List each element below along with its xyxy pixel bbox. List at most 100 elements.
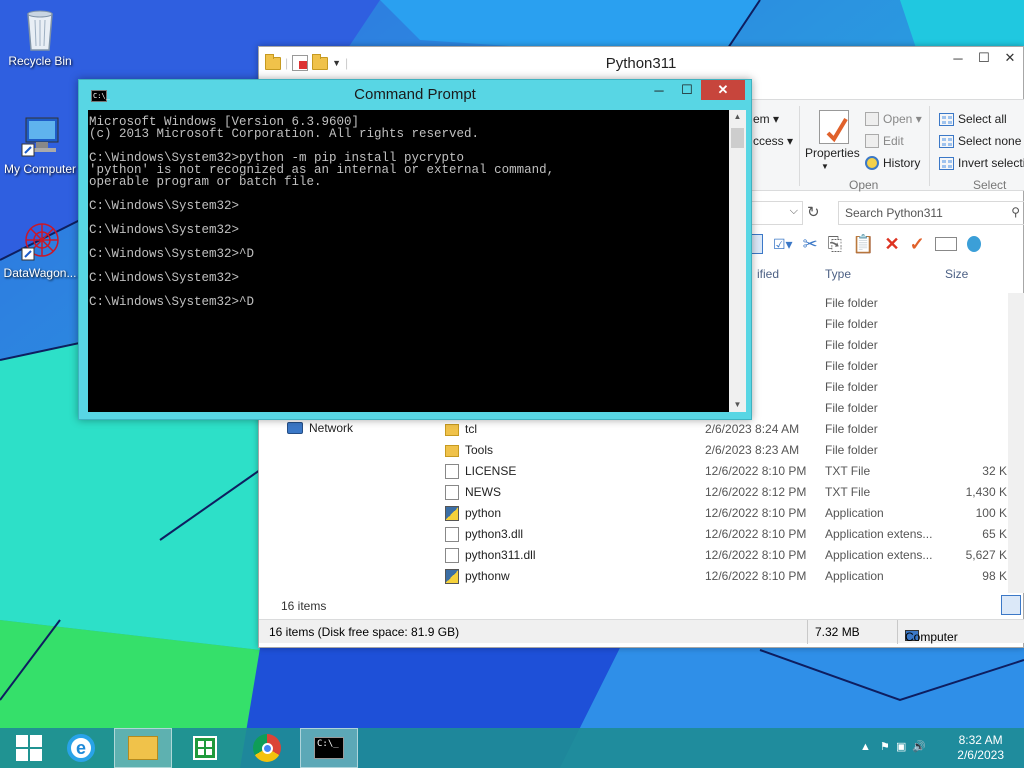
taskbar-internet-explorer[interactable]: e bbox=[52, 728, 110, 768]
console-line: C:\Windows\System32>^D bbox=[89, 295, 255, 309]
desktop-icon-label: DataWagon... bbox=[3, 266, 77, 280]
file-type: TXT File bbox=[825, 464, 871, 478]
taskbar: e C:\_ ▲ ⚑ ▣ 🔊 8:32 AM 2/6/2023 bbox=[0, 728, 1024, 768]
file-date: 12/6/2022 8:10 PM bbox=[705, 569, 807, 583]
scroll-down-icon[interactable]: ▼ bbox=[729, 398, 746, 412]
table-row[interactable]: python311.dll 12/6/2022 8:10 PM Applicatio… bbox=[259, 545, 1015, 566]
edit-icon bbox=[865, 134, 879, 148]
address-dropdown-icon[interactable]: ⌵ bbox=[790, 205, 798, 218]
internet-explorer-icon: e bbox=[67, 734, 95, 762]
console-scrollbar[interactable]: ▲ ▼ bbox=[729, 110, 746, 412]
taskbar-file-explorer[interactable] bbox=[114, 728, 172, 768]
taskbar-command-prompt[interactable]: C:\_ bbox=[300, 728, 358, 768]
console-output[interactable]: Microsoft Windows [Version 6.3.9600] (c) … bbox=[88, 110, 729, 412]
ribbon-partial-item[interactable]: ccess ▾ bbox=[753, 134, 793, 148]
explorer-titlebar[interactable]: | ▼ | Python311 ─ ☐ ✕ bbox=[259, 47, 1023, 79]
select-none-icon bbox=[939, 134, 954, 148]
paste-icon[interactable]: 📋 bbox=[852, 234, 874, 255]
desktop-icon-recycle-bin[interactable]: Recycle Bin bbox=[0, 6, 80, 68]
file-date: 12/6/2022 8:12 PM bbox=[705, 485, 807, 499]
table-row[interactable]: Tools 2/6/2023 8:23 AM File folder bbox=[259, 440, 1015, 461]
file-type: Application bbox=[825, 569, 884, 583]
table-row[interactable]: python 12/6/2022 8:10 PM Application 100 KB bbox=[259, 503, 1015, 524]
open-label: Open ▾ bbox=[883, 112, 922, 126]
file-date: 12/6/2022 8:10 PM bbox=[705, 506, 807, 520]
file-type: File folder bbox=[825, 296, 878, 310]
apply-icon[interactable]: ✓ bbox=[910, 234, 925, 255]
edit-button[interactable]: Edit bbox=[865, 134, 904, 148]
properties-dropdown-icon[interactable]: ▼ bbox=[821, 162, 829, 171]
system-tray: ▲ ⚑ ▣ 🔊 8:32 AM 2/6/2023 bbox=[854, 728, 1024, 768]
maximize-button[interactable]: ☐ bbox=[673, 80, 701, 100]
table-row[interactable]: python3.dll 12/6/2022 8:10 PM Application … bbox=[259, 524, 1015, 545]
computer-icon bbox=[16, 114, 64, 160]
dll-file-icon bbox=[445, 548, 459, 563]
select-all-button[interactable]: Select all bbox=[939, 112, 1007, 126]
console-line: C:\Windows\System32> bbox=[89, 223, 240, 237]
open-button[interactable]: Open ▾ bbox=[865, 112, 922, 126]
file-list-scrollbar[interactable] bbox=[1008, 293, 1024, 593]
table-row[interactable]: NEWS 12/6/2022 8:12 PM TXT File 1,430 KB bbox=[259, 482, 1015, 503]
scroll-thumb[interactable] bbox=[731, 128, 744, 148]
properties-icon[interactable] bbox=[819, 110, 849, 144]
file-type: File folder bbox=[825, 422, 878, 436]
clock-date: 2/6/2023 bbox=[957, 748, 1004, 762]
column-header-type[interactable]: Type bbox=[825, 267, 851, 281]
network-icon[interactable]: ▣ bbox=[896, 740, 906, 753]
clock[interactable]: 8:32 AM 2/6/2023 bbox=[957, 733, 1004, 763]
command-prompt-window[interactable]: C:\_ Command Prompt ─ ☐ ✕ Microsoft Wind… bbox=[78, 79, 752, 420]
globe-icon[interactable] bbox=[966, 236, 981, 252]
item-count: 16 items bbox=[281, 599, 327, 613]
console-line: operable program or batch file. bbox=[89, 175, 322, 189]
minimize-button[interactable]: ─ bbox=[945, 47, 971, 69]
desktop-icon-datawagon[interactable]: DataWagon... bbox=[0, 218, 80, 280]
show-hidden-icons-icon[interactable]: ▲ bbox=[860, 741, 871, 753]
details-view-icon[interactable] bbox=[1001, 595, 1021, 615]
search-placeholder: Search Python311 bbox=[845, 206, 943, 220]
explorer-title: Python311 bbox=[605, 55, 677, 72]
ribbon-partial-item[interactable]: em ▾ bbox=[753, 112, 779, 126]
desktop-icon-my-computer[interactable]: My Computer bbox=[0, 114, 80, 176]
column-header-size[interactable]: Size bbox=[945, 267, 968, 281]
close-button[interactable]: ✕ bbox=[997, 47, 1023, 69]
copy-icon[interactable]: ⎘ bbox=[828, 234, 842, 255]
cut-icon[interactable]: ✂ bbox=[803, 234, 818, 255]
recycle-bin-icon bbox=[16, 6, 64, 52]
store-icon bbox=[193, 736, 217, 760]
file-type: File folder bbox=[825, 443, 878, 457]
scroll-up-icon[interactable]: ▲ bbox=[729, 110, 746, 124]
action-center-flag-icon[interactable]: ⚑ bbox=[880, 740, 890, 753]
volume-icon[interactable]: 🔊 bbox=[912, 740, 926, 753]
taskbar-store[interactable] bbox=[176, 728, 234, 768]
column-header-modified[interactable]: ified bbox=[757, 267, 779, 281]
file-name: python bbox=[465, 506, 502, 520]
checklist-icon[interactable]: ☑▾ bbox=[773, 236, 793, 253]
table-row[interactable]: LICENSE 12/6/2022 8:10 PM TXT File 32 KB bbox=[259, 461, 1015, 482]
text-file-icon bbox=[445, 485, 459, 500]
search-input[interactable]: Search Python311 ⚲ bbox=[838, 201, 1024, 225]
text-file-icon bbox=[445, 464, 459, 479]
refresh-icon[interactable]: ↻ bbox=[807, 203, 820, 221]
dll-file-icon bbox=[445, 527, 459, 542]
close-button[interactable]: ✕ bbox=[701, 80, 745, 100]
maximize-button[interactable]: ☐ bbox=[971, 47, 997, 69]
folder-icon bbox=[445, 445, 459, 457]
file-type: File folder bbox=[825, 317, 878, 331]
file-date: 12/6/2022 8:10 PM bbox=[705, 527, 807, 541]
properties-button[interactable]: Properties bbox=[805, 146, 860, 160]
delete-icon[interactable]: ✕ bbox=[885, 234, 900, 255]
start-button[interactable] bbox=[0, 728, 58, 768]
invert-selection-button[interactable]: Invert selectio bbox=[939, 156, 1024, 170]
history-icon bbox=[865, 156, 879, 170]
file-name: LICENSE bbox=[465, 464, 517, 478]
history-button[interactable]: History bbox=[865, 156, 920, 170]
table-row[interactable]: tcl 2/6/2023 8:24 AM File folder bbox=[259, 419, 1015, 440]
status-selection-size: 7.32 MB bbox=[815, 625, 860, 639]
rename-icon[interactable] bbox=[934, 237, 957, 251]
taskbar-chrome[interactable] bbox=[238, 728, 296, 768]
minimize-button[interactable]: ─ bbox=[645, 80, 673, 100]
console-line: C:\Windows\System32>^D bbox=[89, 247, 255, 261]
folder-icon bbox=[445, 424, 459, 436]
table-row[interactable]: pythonw 12/6/2022 8:10 PM Application 98 KB bbox=[259, 566, 1015, 587]
select-none-button[interactable]: Select none bbox=[939, 134, 1021, 148]
